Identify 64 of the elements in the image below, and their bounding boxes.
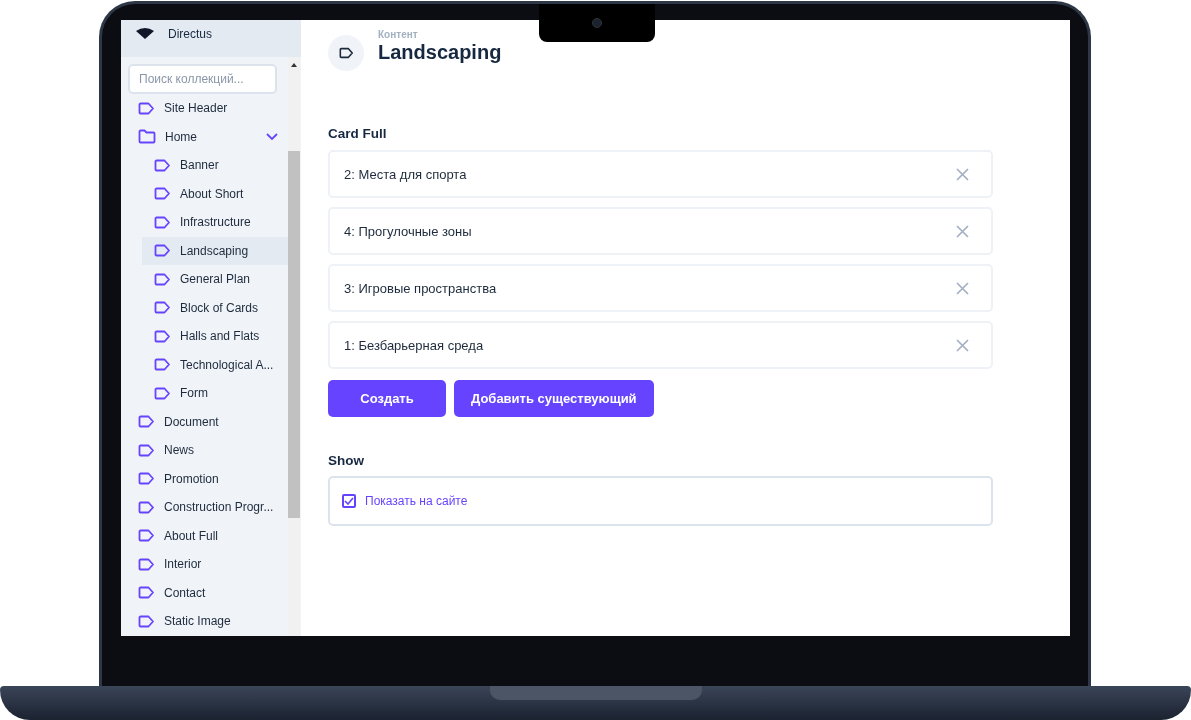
- label-icon: [154, 386, 171, 400]
- sidebar-item[interactable]: Interior: [121, 550, 288, 579]
- sidebar-item[interactable]: News: [121, 436, 288, 465]
- sidebar-item[interactable]: Landscaping: [142, 236, 288, 265]
- label-icon: [154, 187, 171, 201]
- related-item[interactable]: 2: Места для спорта: [328, 150, 993, 198]
- label-icon: [138, 557, 155, 571]
- label-icon: [154, 158, 171, 172]
- label-icon: [138, 586, 155, 600]
- sidebar-item[interactable]: Technological A...: [142, 350, 288, 379]
- scrollbar-thumb[interactable]: [288, 151, 300, 518]
- close-icon[interactable]: [956, 224, 969, 238]
- label-icon: [154, 272, 171, 286]
- label-icon: [138, 614, 155, 628]
- sidebar-item[interactable]: Infrastructure: [142, 208, 288, 237]
- page-title: Landscaping: [378, 40, 502, 64]
- item-title: 3: Игровые пространства: [344, 280, 497, 296]
- item-title: 1: Безбарьерная среда: [344, 337, 484, 353]
- label-icon: [138, 415, 155, 429]
- related-item[interactable]: 4: Прогулочные зоны: [328, 207, 993, 255]
- sidebar-item[interactable]: Halls and Flats: [142, 322, 288, 351]
- sidebar-item[interactable]: Form: [142, 379, 288, 408]
- action-button[interactable]: Создать: [328, 380, 446, 417]
- sidebar-item[interactable]: Banner: [142, 151, 288, 180]
- search-field[interactable]: Поиск коллекций...: [128, 64, 277, 94]
- field-label: Show: [328, 453, 364, 468]
- sidebar-item[interactable]: General Plan: [142, 265, 288, 294]
- sidebar-item[interactable]: About Full: [121, 521, 288, 550]
- label-icon: [138, 500, 155, 514]
- item-title: 2: Места для спорта: [344, 166, 467, 182]
- label-icon: [154, 301, 171, 315]
- sidebar-item[interactable]: Contact: [121, 578, 288, 607]
- scrollbar[interactable]: [288, 57, 300, 636]
- sidebar-item[interactable]: Home: [121, 122, 288, 151]
- sidebar-item[interactable]: Block of Cards: [142, 293, 288, 322]
- scroll-up-icon[interactable]: [291, 63, 297, 67]
- sidebar-item[interactable]: Document: [121, 407, 288, 436]
- label-icon: [138, 101, 155, 115]
- label-icon: [154, 358, 171, 372]
- sidebar-item[interactable]: Static Image: [121, 607, 288, 636]
- close-icon[interactable]: [956, 338, 969, 352]
- label-icon: [154, 329, 171, 343]
- field-label: Card Full: [328, 126, 387, 141]
- close-icon[interactable]: [956, 167, 969, 181]
- label-icon: [338, 47, 354, 59]
- label-icon: [154, 244, 171, 258]
- close-icon[interactable]: [956, 281, 969, 295]
- item-title: 4: Прогулочные зоны: [344, 223, 472, 239]
- sidebar-item[interactable]: Construction Progr...: [121, 493, 288, 522]
- folder-icon: [138, 129, 156, 145]
- related-item[interactable]: 3: Игровые пространства: [328, 264, 993, 312]
- label-icon: [138, 472, 155, 486]
- label-icon: [138, 529, 155, 543]
- label-icon: [138, 443, 155, 457]
- sidebar-item[interactable]: Site Header: [121, 94, 288, 123]
- brand-name: Directus: [168, 27, 212, 41]
- related-item[interactable]: 1: Безбарьерная среда: [328, 321, 993, 369]
- logo-icon: [135, 27, 155, 40]
- sidebar-item[interactable]: About Short: [142, 179, 288, 208]
- action-button[interactable]: Добавить существующий: [454, 380, 654, 417]
- checkbox[interactable]: [342, 494, 356, 508]
- label-icon: [154, 215, 171, 229]
- sidebar-item[interactable]: Promotion: [121, 464, 288, 493]
- checkbox-label[interactable]: Показать на сайте: [365, 494, 468, 508]
